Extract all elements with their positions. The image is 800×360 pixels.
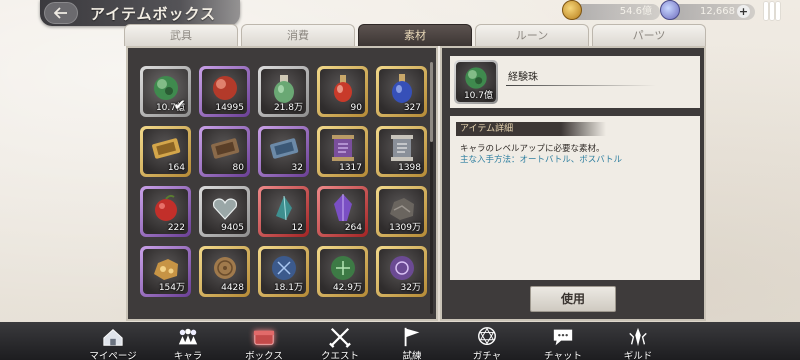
item-slot[interactable]: 32 — [258, 126, 309, 177]
gem-icon — [660, 0, 680, 20]
item-quantity: 18.1万 — [273, 283, 303, 293]
guild-icon — [629, 327, 647, 347]
flag-icon — [404, 327, 420, 347]
nav-box[interactable]: ボックス — [224, 322, 304, 360]
nav-label: マイページ — [89, 351, 137, 360]
detail-header: アイテム詳細 — [456, 122, 606, 136]
detail-box: アイテム詳細 キャラのレベルアップに必要な素材。 主な入手方法：オートバトル、ボ… — [450, 116, 700, 280]
item-slot[interactable]: 14995 — [199, 66, 250, 117]
item-slot[interactable]: 264 — [317, 186, 368, 237]
item-slot[interactable]: 42.9万 — [317, 246, 368, 297]
item-slot[interactable]: 4428 — [199, 246, 250, 297]
item-quantity: 12 — [291, 223, 303, 233]
selected-check-icon: ✔ — [173, 96, 186, 114]
nav-label: チャット — [544, 351, 582, 360]
item-slot[interactable]: 1398 — [376, 126, 427, 177]
home-icon — [103, 329, 123, 346]
item-quantity: 1398 — [398, 163, 421, 173]
tab-1[interactable]: 消費 — [241, 24, 355, 46]
nav-summon-circle[interactable]: ガチャ — [447, 322, 527, 360]
item-quantity: 32 — [291, 163, 303, 173]
item-slot[interactable]: 1309万 — [376, 186, 427, 237]
item-quantity: 14995 — [215, 103, 244, 113]
item-list-scrollbar[interactable] — [430, 62, 433, 314]
item-slot[interactable]: 327 — [376, 66, 427, 117]
nav-label: ボックス — [245, 351, 283, 360]
characters-icon — [178, 328, 198, 345]
item-grid: 10.7億 ✔ 14995 21.8万 90 327 164 80 32 1317 1398 222 9… — [140, 66, 430, 297]
chat-icon — [553, 329, 573, 346]
gold-coin-icon — [562, 0, 582, 20]
item-quantity: 1317 — [339, 163, 362, 173]
nav-crossed-swords[interactable]: クエスト — [300, 322, 380, 360]
item-slot[interactable]: 80 — [199, 126, 250, 177]
back-arrow-icon — [54, 7, 67, 19]
item-quantity: 1309万 — [389, 223, 421, 233]
item-quantity: 42.9万 — [332, 283, 362, 293]
item-quantity: 4428 — [221, 283, 244, 293]
tab-3[interactable]: ルーン — [475, 24, 589, 46]
bottom-nav: マイページ キャラ ボックス クエスト 試練 ガチャ チャット ギルド — [0, 322, 800, 360]
box-icon — [253, 330, 275, 345]
item-slot[interactable]: 154万 — [140, 246, 191, 297]
item-slot[interactable]: 1317 — [317, 126, 368, 177]
item-quantity: 154万 — [158, 283, 185, 293]
use-button[interactable]: 使用 — [530, 286, 616, 312]
item-quantity: 164 — [167, 163, 185, 173]
add-gems-button[interactable]: + — [737, 5, 750, 18]
selected-item-card: 10.7億 経験珠 — [450, 56, 700, 108]
selected-item-name: 経験珠 — [508, 72, 538, 83]
item-slot[interactable]: 12 — [258, 186, 309, 237]
item-slot[interactable]: 164 — [140, 126, 191, 177]
item-slot[interactable]: 21.8万 — [258, 66, 309, 117]
item-quantity: 32万 — [400, 283, 421, 293]
item-slot[interactable]: 222 — [140, 186, 191, 237]
item-quantity: 80 — [232, 163, 244, 173]
summon-circle-icon — [478, 327, 496, 346]
item-quantity: 327 — [403, 103, 421, 113]
nav-chat[interactable]: チャット — [523, 322, 603, 360]
item-slot[interactable]: 32万 — [376, 246, 427, 297]
tab-2[interactable]: 素材 — [358, 24, 472, 46]
tab-4[interactable]: パーツ — [592, 24, 706, 46]
item-quantity: 264 — [344, 223, 362, 233]
selected-item-qty: 10.7億 — [463, 91, 493, 101]
nav-home[interactable]: マイページ — [73, 322, 153, 360]
nav-label: ガチャ — [472, 351, 502, 360]
item-quantity: 21.8万 — [273, 103, 303, 113]
item-quantity: 222 — [167, 223, 185, 233]
item-slot[interactable]: 90 — [317, 66, 368, 117]
selected-item-thumbnail: 10.7億 — [454, 60, 498, 104]
item-slot[interactable]: 10.7億 ✔ — [140, 66, 191, 117]
item-quantity: 9405 — [221, 223, 244, 233]
nav-label: ギルド — [623, 351, 653, 360]
item-slot[interactable]: 18.1万 — [258, 246, 309, 297]
item-slot[interactable]: 9405 — [199, 186, 250, 237]
nav-characters[interactable]: キャラ — [148, 322, 228, 360]
item-detail-panel: 10.7億 経験珠 アイテム詳細 キャラのレベルアップに必要な素材。 主な入手方… — [440, 46, 706, 321]
nav-label: キャラ — [173, 351, 203, 360]
name-underline — [506, 85, 656, 86]
item-source-link[interactable]: 主な入手方法：オートバトル、ボスバトル — [460, 153, 622, 165]
back-button[interactable] — [44, 2, 78, 24]
nav-label: 試練 — [402, 351, 422, 360]
nav-flag[interactable]: 試練 — [372, 322, 452, 360]
category-tabs: 武具 消費 素材 ルーン パーツ — [124, 24, 706, 46]
menu-icon[interactable] — [763, 2, 781, 20]
scroll-thumb[interactable] — [430, 62, 433, 142]
gold-amount: 54.6億 — [570, 4, 660, 20]
crossed-swords-icon — [329, 327, 351, 348]
nav-guild[interactable]: ギルド — [598, 322, 678, 360]
tab-0[interactable]: 武具 — [124, 24, 238, 46]
item-quantity: 90 — [350, 103, 362, 113]
item-list-panel: 10.7億 ✔ 14995 21.8万 90 327 164 80 32 1317 1398 222 9… — [126, 46, 438, 321]
nav-label: クエスト — [320, 351, 359, 360]
page-title: アイテムボックス — [90, 5, 217, 23]
